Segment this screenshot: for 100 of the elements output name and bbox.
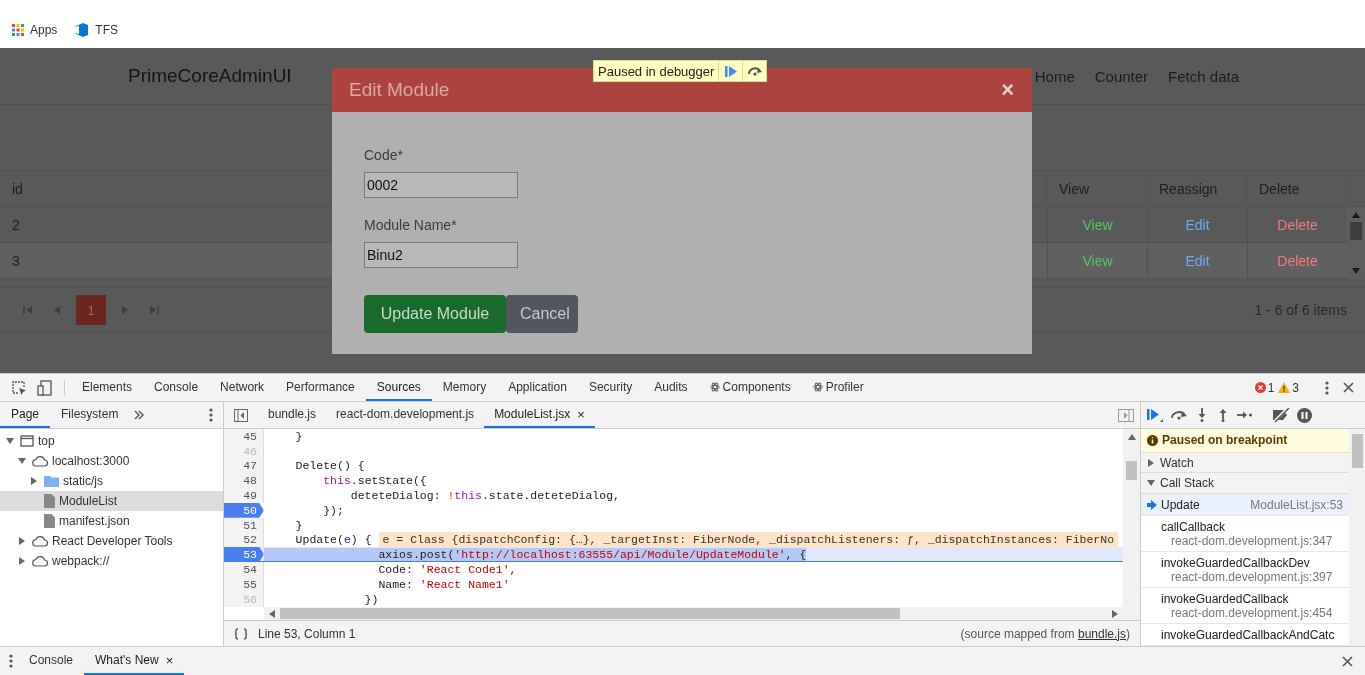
navigator-tab[interactable]: Filesystem <box>50 402 130 428</box>
expanded-arrow-icon[interactable] <box>18 457 26 465</box>
tree-item[interactable]: webpack:// <box>0 551 223 571</box>
line-number: 54 <box>224 562 264 577</box>
column-header: Delete <box>1247 171 1347 206</box>
cursor-position: Line 53, Column 1 <box>258 626 356 641</box>
devtools-tab[interactable]: Performance <box>275 374 366 401</box>
atom-icon <box>812 381 823 392</box>
file-tab[interactable]: bundle.js <box>258 402 327 428</box>
window-icon <box>20 435 34 447</box>
field-label: Code* <box>364 147 404 163</box>
column-header: View <box>1047 171 1147 206</box>
section-header[interactable]: Watch <box>1141 452 1349 474</box>
inline-value: e = Class {dispatchConfig: {…}, _targetInst: FiberNode, _dispatchListeners: ƒ, _dispatchInstances: FiberNo <box>378 532 1119 548</box>
drawer-tab[interactable]: What's New × <box>84 647 185 675</box>
cloud-icon <box>32 535 48 547</box>
code-line: deteteDialog: !this.state.deteteDialog, <box>349 489 620 503</box>
field-label: Module Name* <box>364 217 458 233</box>
devtools-tab[interactable]: Profiler <box>801 374 875 401</box>
deactivate-breakpoints-icon[interactable] <box>1272 408 1290 422</box>
tree-item[interactable]: static/js <box>0 471 223 491</box>
scrollbar-thumb[interactable] <box>1351 434 1363 468</box>
resume-icon[interactable] <box>1147 408 1163 422</box>
code-line: Update(e) { <box>294 533 372 547</box>
expanded-arrow-icon <box>1147 479 1155 488</box>
scroll-up-icon[interactable] <box>1352 211 1360 219</box>
scroll-left-icon[interactable] <box>268 609 276 618</box>
brand-title: PrimeCoreAdminUI <box>128 65 292 87</box>
devtools-tab[interactable]: Elements <box>71 374 144 401</box>
code-line: Code: 'React Code1', <box>377 563 517 577</box>
cloud-icon <box>32 455 48 467</box>
file-tab[interactable]: ModuleList.jsx × <box>484 402 595 428</box>
paused-label: Paused in debugger <box>597 62 716 81</box>
tree-item[interactable]: manifest.json <box>0 511 223 531</box>
line-number: 49 <box>224 488 264 503</box>
code-line: }) <box>363 592 379 606</box>
folder-icon <box>44 475 59 487</box>
input-field[interactable]: Binu2 <box>364 242 518 268</box>
source-map-note: (source mapped from bundle.js) <box>960 626 1130 641</box>
source-link[interactable]: bundle.js <box>1077 626 1126 641</box>
apps-grid-icon <box>12 24 24 36</box>
devtools-tab[interactable]: Audits <box>643 374 699 401</box>
line-number: 48 <box>224 473 264 489</box>
table-cell: 3 <box>12 252 20 269</box>
info-icon <box>1147 434 1158 446</box>
scrollbar-thumb[interactable] <box>1126 461 1137 480</box>
collapsed-arrow-icon <box>1147 458 1155 467</box>
scrollbar-thumb[interactable] <box>280 608 900 619</box>
devtools-tab[interactable]: Network <box>209 374 276 401</box>
scroll-right-icon[interactable] <box>1111 609 1119 618</box>
file-icon <box>44 494 55 508</box>
table-cell: 2 <box>12 216 20 233</box>
cloud-icon <box>32 555 48 567</box>
modal-title: Edit Module <box>349 79 450 101</box>
bookmark-link[interactable]: Apps <box>12 23 58 37</box>
atom-icon <box>709 381 720 392</box>
tree-item[interactable]: localhost:3000 <box>0 451 223 471</box>
step-icon[interactable] <box>1237 410 1253 420</box>
collapsed-arrow-icon[interactable] <box>18 537 26 545</box>
collapsed-arrow-icon[interactable] <box>18 557 26 565</box>
tree-item[interactable]: React Developer Tools <box>0 531 223 551</box>
paused-label: Paused on breakpoint <box>1162 433 1288 448</box>
drawer-tab[interactable]: Console <box>18 647 85 675</box>
close-tab-icon[interactable]: × <box>165 652 174 668</box>
tree-item[interactable]: top <box>0 431 223 451</box>
code-line: Delete() { <box>294 459 365 473</box>
devtools-tab[interactable]: Application <box>497 374 578 401</box>
error-count: 1 <box>1254 380 1275 395</box>
warning-count: 3 <box>1278 380 1299 395</box>
file-tab[interactable]: react-dom.development.js <box>326 402 485 428</box>
devtools-tab[interactable]: Security <box>577 374 644 401</box>
braces-icon[interactable] <box>234 627 248 640</box>
tree-item[interactable]: ModuleList <box>0 491 223 511</box>
column-header: Reassign <box>1147 171 1247 206</box>
devtools-tab[interactable]: Components <box>698 374 802 401</box>
scrollbar-thumb[interactable] <box>1350 222 1362 240</box>
call-frame[interactable]: Update ModuleList.jsx:53 <box>1141 494 1349 516</box>
cancel-button[interactable]: Cancel <box>506 295 578 333</box>
code-line: }); <box>322 503 344 517</box>
warning-icon <box>1278 382 1291 393</box>
update-button[interactable]: Update Module <box>364 295 506 333</box>
scroll-up-icon[interactable] <box>1127 433 1136 441</box>
expanded-arrow-icon[interactable] <box>6 437 14 445</box>
input-field[interactable]: 0002 <box>364 172 518 198</box>
code-line: } <box>294 518 303 532</box>
collapsed-arrow-icon[interactable] <box>30 477 38 485</box>
line-number: 45 <box>224 429 264 444</box>
step-over-icon[interactable] <box>1170 410 1188 420</box>
arrow-icon <box>1147 500 1157 510</box>
code-line: Name: 'React Name1' <box>377 577 510 591</box>
bookmark-link[interactable]: TFS <box>73 22 119 38</box>
scroll-down-icon[interactable] <box>1352 267 1360 275</box>
close-tab-icon[interactable]: × <box>577 406 585 422</box>
devtools-tab[interactable]: Memory <box>431 374 498 401</box>
section-header[interactable]: Call Stack <box>1141 473 1349 494</box>
devtools-tab[interactable]: Console <box>143 374 210 401</box>
close-button[interactable]: × <box>1001 77 1014 103</box>
line-number: 51 <box>224 517 264 533</box>
pause-icon[interactable] <box>1297 407 1312 423</box>
boards-icon <box>73 22 90 38</box>
